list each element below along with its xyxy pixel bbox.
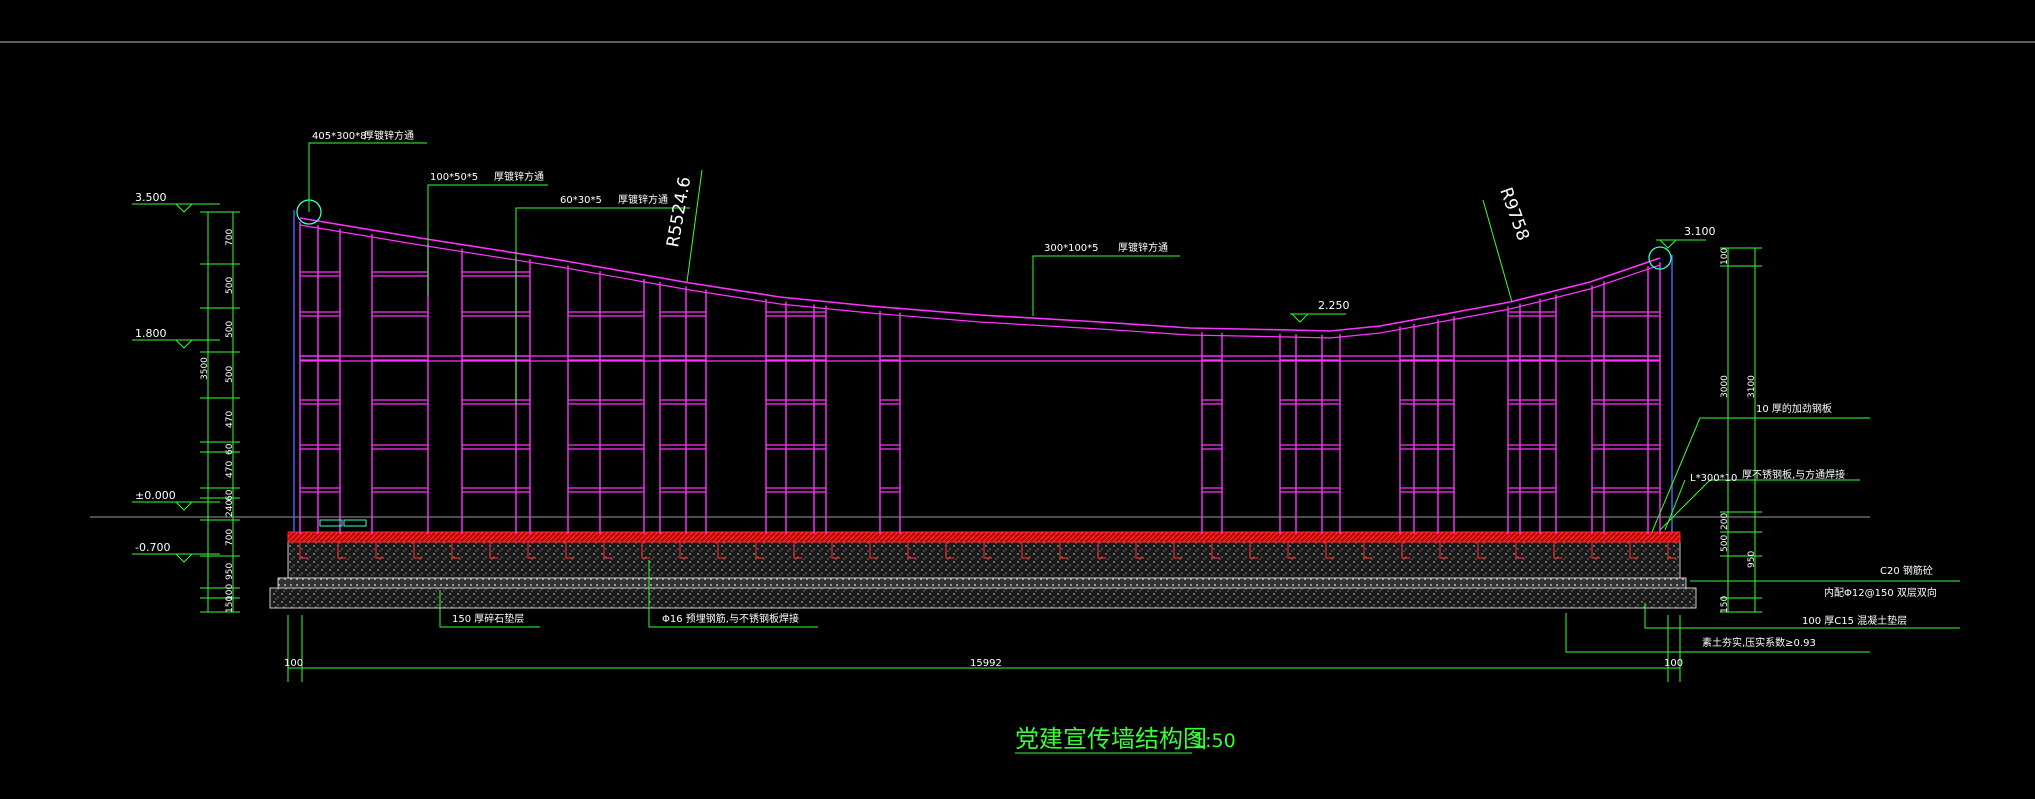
elev-label-2: ±0.000 bbox=[135, 489, 176, 502]
tube-60-desc: 厚镀锌方通 bbox=[618, 193, 668, 206]
stainless-code-label: L*300*10 bbox=[1690, 473, 1737, 484]
right-seg-label-5: 950 bbox=[1747, 551, 1757, 568]
bottom-dimension: 100 15992 100 bbox=[284, 615, 1683, 682]
tube-top-desc: 厚镀锌方通 bbox=[364, 129, 414, 142]
title-text: 党建宣传墙结构图 bbox=[1015, 725, 1207, 753]
gravel-label: 150 厚碎石垫层 bbox=[452, 612, 524, 625]
c15-cushion-layer bbox=[277, 577, 1687, 589]
gravel-cushion-layer bbox=[269, 587, 1697, 609]
tube-60-label: 60*30*5 bbox=[560, 195, 602, 206]
elev-label-0: 3.500 bbox=[135, 191, 167, 204]
left-seg-label-10: 950 bbox=[225, 563, 235, 580]
left-seg-label-4: 470 bbox=[225, 411, 235, 428]
right-dimension-chain: 100 3000 3100 200 500 950 150 bbox=[1720, 247, 1762, 613]
steel-frame bbox=[293, 199, 1673, 534]
base-detail-2 bbox=[343, 519, 367, 527]
elev-tri-3 bbox=[175, 553, 193, 563]
right-seg-label-3: 200 bbox=[1720, 513, 1730, 530]
right-seg-label-2: 3100 bbox=[1747, 375, 1757, 398]
tube-300-desc: 厚镀锌方通 bbox=[1118, 241, 1168, 254]
left-seg-label-12: 150 bbox=[225, 596, 235, 613]
soil-label: 素土夯实,压实系数≥0.93 bbox=[1702, 636, 1816, 649]
cushion-label: 100 厚C15 混凝土垫层 bbox=[1802, 614, 1907, 627]
left-seg-label-7: 60 bbox=[225, 489, 235, 501]
steel-plate-label: 10 厚的加劲钢板 bbox=[1756, 402, 1832, 415]
anchor-label: Φ16 预埋钢筋,与不锈钢板焊接 bbox=[662, 612, 799, 625]
cad-drawing-canvas[interactable]: 700 500 500 500 470 60 470 60 240 700 950 100 150 350… bbox=[0, 0, 2035, 795]
elev-label-1: 1.800 bbox=[135, 327, 167, 340]
left-seg-label-9: 700 bbox=[225, 529, 235, 546]
concrete-label: C20 钢筋砼 bbox=[1880, 564, 1933, 577]
right-seg-label-4: 500 bbox=[1720, 535, 1730, 552]
elev-tri-2 bbox=[175, 501, 193, 511]
left-seg-label-6: 470 bbox=[225, 461, 235, 478]
tube-100-desc: 厚镀锌方通 bbox=[494, 170, 544, 183]
wall-structure-drawing: 7005005005004706047060240700950100150350… bbox=[0, 41, 2035, 754]
elev-mid-label: 2.250 bbox=[1318, 299, 1350, 312]
radius-left-label: R5524.6 bbox=[663, 175, 695, 249]
base-detail-1 bbox=[319, 519, 343, 527]
tube-100-label: 100*50*5 bbox=[430, 172, 478, 183]
left-seg-label-3: 500 bbox=[225, 366, 235, 383]
edge-left-label: 100 bbox=[284, 658, 303, 669]
slab-top-red bbox=[287, 531, 1681, 543]
left-seg-label-0: 700 bbox=[225, 229, 235, 246]
tube-top-label: 405*300*8 bbox=[312, 131, 367, 142]
left-seg-label-8: 240 bbox=[225, 500, 235, 517]
right-seg-label-1: 3000 bbox=[1720, 375, 1730, 398]
title-scale: 1:50 bbox=[1193, 730, 1236, 752]
radius-right-label: R9758 bbox=[1495, 185, 1533, 244]
elev-tri-0 bbox=[175, 203, 193, 213]
elev-right-top-label: 3.100 bbox=[1684, 225, 1716, 238]
top-rail-upper bbox=[299, 217, 1661, 332]
left-seg-label-2: 500 bbox=[225, 321, 235, 338]
drawing-title: 党建宣传墙结构图 1:50 bbox=[1015, 725, 1236, 754]
elev-tri-1 bbox=[175, 339, 193, 349]
total-width-label: 15992 bbox=[970, 658, 1002, 669]
rebar-label: 内配Φ12@150 双层双向 bbox=[1824, 586, 1937, 599]
stainless-desc-label: 厚不锈钢板,与方通焊接 bbox=[1742, 468, 1845, 481]
right-seg-label-6: 150 bbox=[1720, 596, 1730, 613]
elev-label-3: -0.700 bbox=[135, 541, 170, 554]
right-seg-label-0: 100 bbox=[1720, 248, 1730, 265]
top-rail-lower bbox=[299, 224, 1661, 339]
left-seg-label-5: 60 bbox=[225, 443, 235, 455]
left-total-label: 3500 bbox=[200, 357, 210, 380]
edge-right-label: 100 bbox=[1664, 658, 1683, 669]
tube-300-label: 300*100*5 bbox=[1044, 243, 1099, 254]
left-seg-label-1: 500 bbox=[225, 277, 235, 294]
left-dimension-chain: 7005005005004706047060240700950100150350… bbox=[132, 191, 240, 613]
